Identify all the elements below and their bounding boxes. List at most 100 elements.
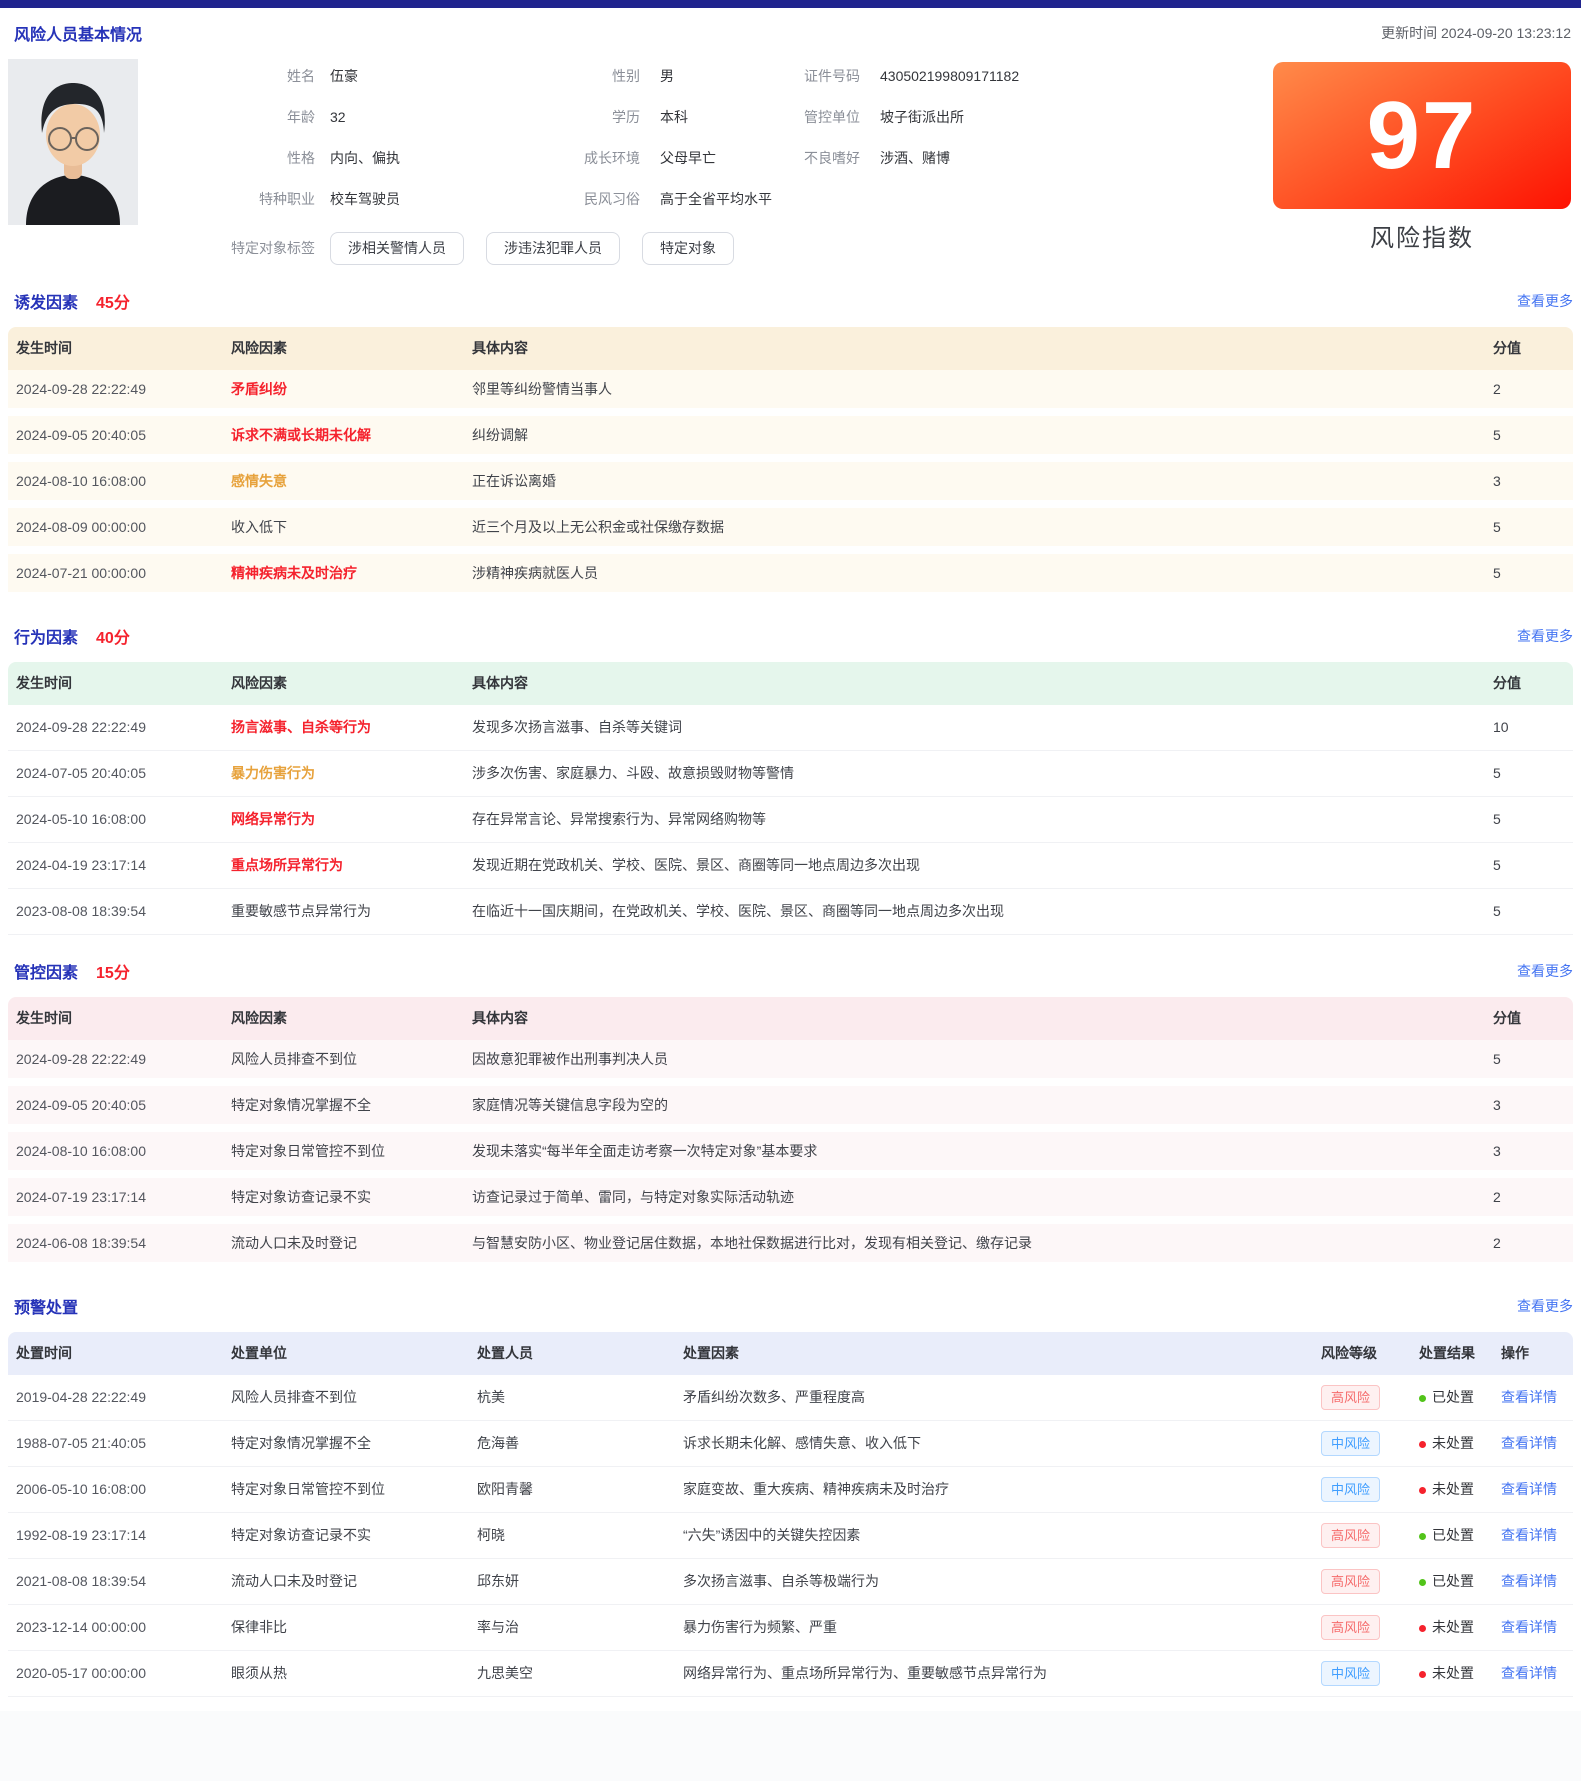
cell-detail: 近三个月及以上无公积金或社保缴存数据	[472, 517, 1493, 537]
cell-action: 查看详情	[1501, 1617, 1573, 1637]
section-header: 预警处置 查看更多	[8, 1296, 1573, 1316]
table-row: 2024-05-10 16:08:00 网络异常行为 存在异常言论、异常搜索行为…	[8, 797, 1573, 843]
section-inducing-factors: 诱发因素 45分 查看更多 发生时间 风险因素 具体内容 分值 2024-09-…	[8, 291, 1573, 600]
table-row: 2024-08-10 16:08:00 感情失意 正在诉讼离婚 3	[8, 462, 1573, 508]
cell-score: 5	[1493, 903, 1573, 919]
col-header-content: 具体内容	[472, 338, 1493, 358]
table-row: 2021-08-08 18:39:54 流动人口未及时登记 邱东妍 多次扬言滋事…	[8, 1559, 1573, 1605]
view-detail-link[interactable]: 查看详情	[1501, 1619, 1557, 1635]
view-detail-link[interactable]: 查看详情	[1501, 1389, 1557, 1405]
cell-risk-level: 中风险	[1321, 1477, 1419, 1502]
cell-detail: 涉多次伤害、家庭暴力、斗殴、故意损毁财物等警情	[472, 763, 1493, 783]
table-row: 2024-06-08 18:39:54 流动人口未及时登记 与智慧安防小区、物业…	[8, 1224, 1573, 1270]
result-text: 未处置	[1432, 1481, 1474, 1497]
profile-field: 性别 男	[520, 55, 800, 96]
table-row: 2024-09-28 22:22:49 矛盾纠纷 邻里等纠纷警情当事人 2	[8, 370, 1573, 416]
risk-score-box: 97	[1273, 62, 1571, 209]
col-header-content: 具体内容	[472, 673, 1493, 693]
cell-detail: 正在诉讼离婚	[472, 471, 1493, 491]
section-alert-disposal: 预警处置 查看更多 处置时间 处置单位 处置人员 处置因素 风险等级 处置结果 …	[8, 1296, 1573, 1697]
cell-result: 已处置	[1419, 1525, 1501, 1545]
special-object-tag: 涉违法犯罪人员	[486, 232, 620, 265]
cell-detail: 访查记录过于简单、雷同，与特定对象实际活动轨迹	[472, 1187, 1493, 1207]
cell-risk-factor: 暴力伤害行为	[231, 763, 472, 783]
table-header-row: 发生时间 风险因素 具体内容 分值	[8, 662, 1573, 705]
cell-person: 杭美	[477, 1387, 683, 1407]
view-more-link[interactable]: 查看更多	[1517, 626, 1573, 646]
table-row: 2024-08-09 00:00:00 收入低下 近三个月及以上无公积金或社保缴…	[8, 508, 1573, 554]
table-row: 2020-05-17 00:00:00 眼须从热 九思美空 网络异常行为、重点场…	[8, 1651, 1573, 1697]
table-row: 2023-12-14 00:00:00 保律非比 率与治 暴力伤害行为频繁、严重…	[8, 1605, 1573, 1651]
table-body: 2024-09-28 22:22:49 矛盾纠纷 邻里等纠纷警情当事人 2 20…	[8, 370, 1573, 600]
cell-unit: 特定对象访查记录不实	[231, 1525, 477, 1545]
view-detail-link[interactable]: 查看详情	[1501, 1665, 1557, 1681]
field-value: 本科	[660, 107, 800, 127]
field-value: 父母早亡	[660, 148, 800, 168]
field-value: 32	[330, 109, 520, 125]
cell-action: 查看详情	[1501, 1479, 1573, 1499]
table-row: 1992-08-19 23:17:14 特定对象访查记录不实 柯晓 “六失”诱因…	[8, 1513, 1573, 1559]
cell-time: 2024-09-28 22:22:49	[8, 1051, 231, 1067]
cell-risk-factor: 特定对象日常管控不到位	[231, 1141, 472, 1161]
profile-field: 成长环境 父母早亡	[520, 137, 800, 178]
table-row: 2024-09-28 22:22:49 风险人员排查不到位 因故意犯罪被作出刑事…	[8, 1040, 1573, 1086]
section-behavior-factors: 行为因素 40分 查看更多 发生时间 风险因素 具体内容 分值 2024-09-…	[8, 626, 1573, 935]
cell-detail: 邻里等纠纷警情当事人	[472, 379, 1493, 399]
cell-time: 2024-07-05 20:40:05	[8, 765, 231, 781]
col-header-score: 分值	[1493, 338, 1573, 358]
col-header-time: 发生时间	[8, 673, 231, 693]
cell-time: 2024-07-19 23:17:14	[8, 1189, 231, 1205]
status-dot-icon	[1419, 1533, 1426, 1540]
risk-level-badge: 高风险	[1321, 1523, 1380, 1548]
table-header-row: 发生时间 风险因素 具体内容 分值	[8, 997, 1573, 1040]
view-detail-link[interactable]: 查看详情	[1501, 1527, 1557, 1543]
cell-result: 未处置	[1419, 1433, 1501, 1453]
field-value: 伍豪	[330, 66, 520, 86]
table-row: 2006-05-10 16:08:00 特定对象日常管控不到位 欧阳青馨 家庭变…	[8, 1467, 1573, 1513]
cell-risk-level: 中风险	[1321, 1431, 1419, 1456]
view-more-link[interactable]: 查看更多	[1517, 961, 1573, 981]
col-header-action: 操作	[1501, 1343, 1573, 1363]
table-row: 2024-09-28 22:22:49 扬言滋事、自杀等行为 发现多次扬言滋事、…	[8, 705, 1573, 751]
table-row: 2024-04-19 23:17:14 重点场所异常行为 发现近期在党政机关、学…	[8, 843, 1573, 889]
profile-field: 特种职业 校车驾驶员	[180, 178, 520, 219]
cell-action: 查看详情	[1501, 1571, 1573, 1591]
cell-risk-factor: 扬言滋事、自杀等行为	[231, 717, 472, 737]
col-header-risk-level: 风险等级	[1321, 1343, 1419, 1363]
cell-risk-factor: 精神疾病未及时治疗	[231, 563, 472, 583]
col-header-factor: 风险因素	[231, 1008, 472, 1028]
cell-risk-factor: 重要敏感节点异常行为	[231, 901, 472, 921]
cell-risk-factor: 特定对象情况掌握不全	[231, 1095, 472, 1115]
section-control-factors: 管控因素 15分 查看更多 发生时间 风险因素 具体内容 分值 2024-09-…	[8, 961, 1573, 1270]
cell-factor: 暴力伤害行为频繁、严重	[683, 1617, 1321, 1637]
cell-risk-factor: 感情失意	[231, 471, 472, 491]
field-label: 民风习俗	[520, 189, 640, 209]
cell-score: 10	[1493, 719, 1573, 735]
cell-risk-factor: 矛盾纠纷	[231, 379, 472, 399]
col-header-time: 发生时间	[8, 338, 231, 358]
view-detail-link[interactable]: 查看详情	[1501, 1481, 1557, 1497]
col-header-result: 处置结果	[1419, 1343, 1501, 1363]
table-row: 2024-09-05 20:40:05 诉求不满或长期未化解 纠纷调解 5	[8, 416, 1573, 462]
profile-fields-col2: 性别 男 学历 本科 成长环境 父母早亡 民风习俗	[520, 55, 800, 219]
bottom-strip	[0, 1711, 1581, 1781]
view-detail-link[interactable]: 查看详情	[1501, 1435, 1557, 1451]
profile-field: 年龄 32	[180, 96, 520, 137]
result-text: 未处置	[1432, 1619, 1474, 1635]
view-more-link[interactable]: 查看更多	[1517, 291, 1573, 311]
cell-time: 2024-09-28 22:22:49	[8, 381, 231, 397]
cell-time: 2024-05-10 16:08:00	[8, 811, 231, 827]
cell-score: 3	[1493, 473, 1573, 489]
view-detail-link[interactable]: 查看详情	[1501, 1573, 1557, 1589]
tags-label: 特定对象标签	[180, 238, 315, 258]
cell-time: 2024-09-28 22:22:49	[8, 719, 231, 735]
view-more-link[interactable]: 查看更多	[1517, 1296, 1573, 1316]
cell-risk-factor: 重点场所异常行为	[231, 855, 472, 875]
cell-risk-level: 高风险	[1321, 1615, 1419, 1640]
field-value: 430502199809171182	[880, 68, 1019, 84]
update-time-label: 更新时间	[1381, 25, 1437, 41]
cell-risk-level: 高风险	[1321, 1569, 1419, 1594]
control-factors-table: 发生时间 风险因素 具体内容 分值 2024-09-28 22:22:49 风险…	[8, 997, 1573, 1270]
profile-fields-col1: 姓名 伍豪 年龄 32 性格 内向、偏执 特种职业	[180, 55, 520, 219]
table-row: 2024-07-05 20:40:05 暴力伤害行为 涉多次伤害、家庭暴力、斗殴…	[8, 751, 1573, 797]
